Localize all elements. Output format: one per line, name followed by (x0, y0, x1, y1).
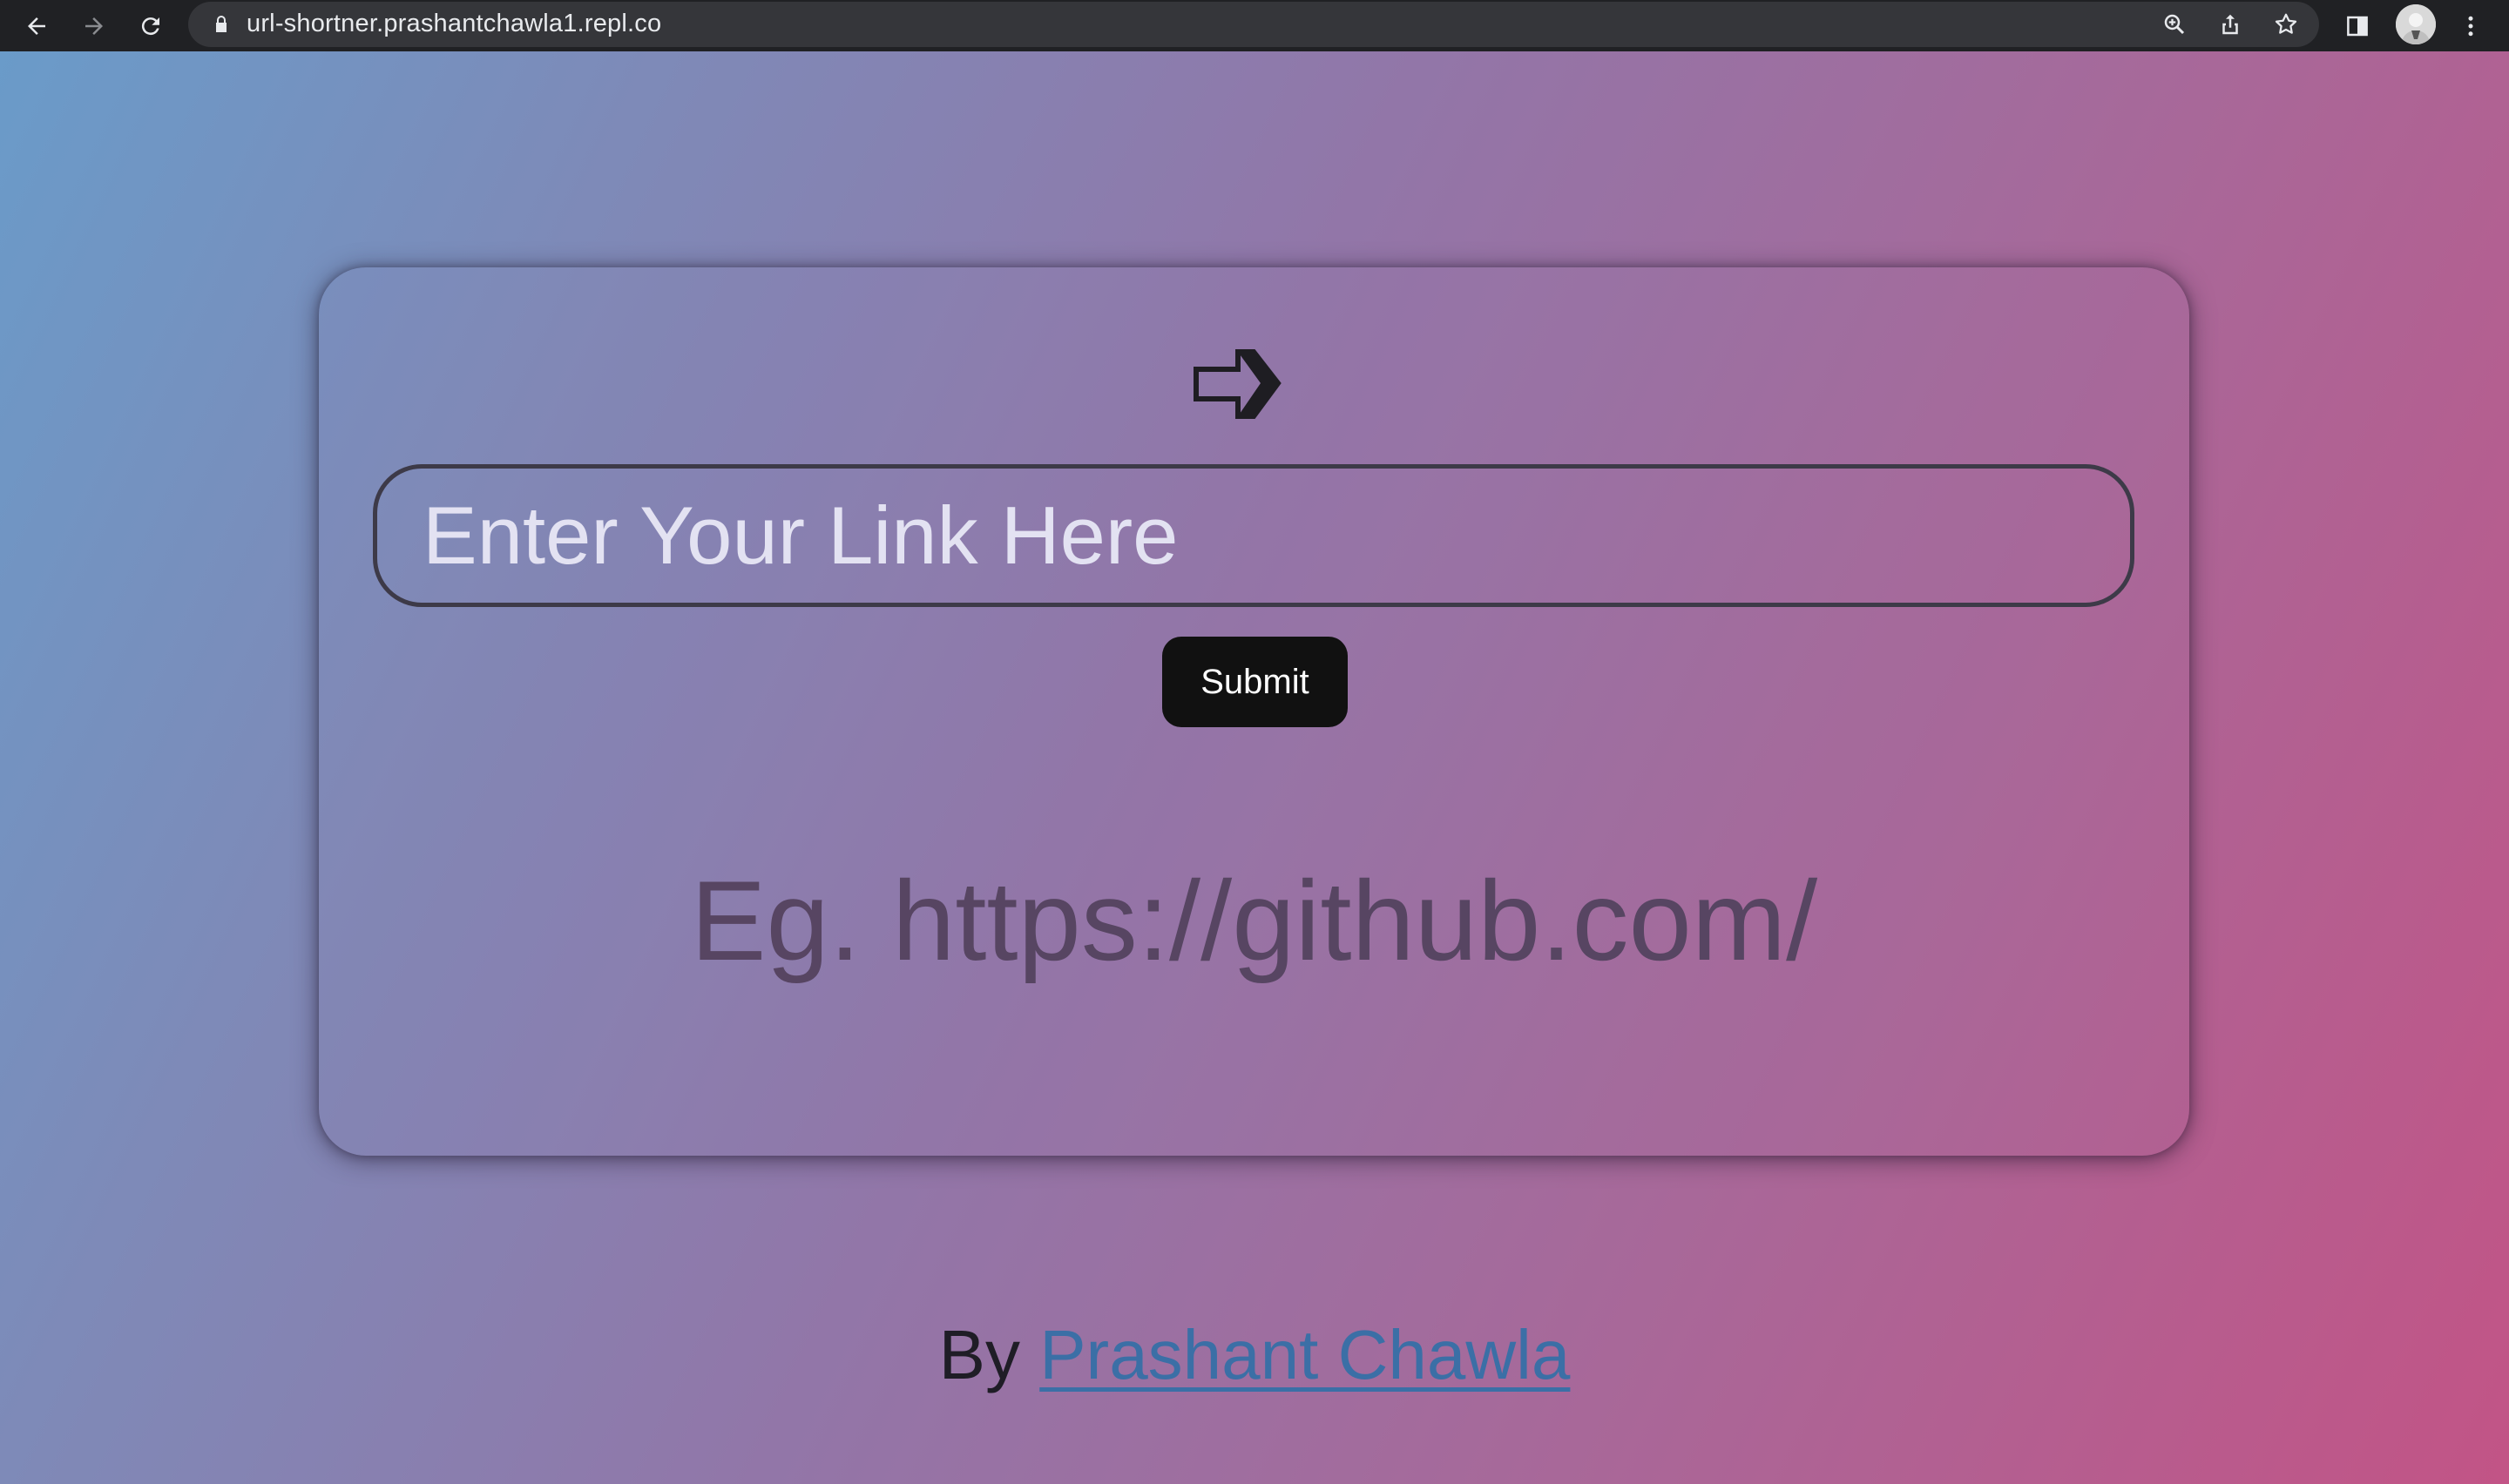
forward-button[interactable] (73, 5, 115, 47)
url-text[interactable]: url-shortner.prashantchawla1.repl.co (247, 10, 661, 38)
arrow-right-icon (1194, 349, 1282, 419)
share-icon (2222, 14, 2238, 35)
more-menu-icon (2468, 16, 2473, 37)
forward-icon (85, 17, 103, 35)
reload-icon (141, 17, 159, 36)
zoom-button[interactable] (2155, 5, 2194, 44)
bookmark-star-icon (2275, 13, 2297, 34)
side-panel-button[interactable] (2337, 5, 2378, 47)
back-button[interactable] (16, 5, 57, 47)
side-panel-icon (2347, 16, 2368, 37)
browser-toolbar: url-shortner.prashantchawla1.repl.co (0, 0, 2509, 51)
submit-button[interactable]: Submit (1162, 637, 1348, 727)
link-input[interactable] (373, 464, 2134, 607)
page-viewport (0, 51, 2509, 1484)
bookmark-button[interactable] (2267, 5, 2305, 44)
example-url-text: Eg. https://github.com/ (690, 857, 1818, 984)
reload-button[interactable] (130, 5, 172, 47)
back-icon (28, 17, 45, 35)
more-menu-button[interactable] (2450, 5, 2492, 47)
avatar[interactable] (2396, 4, 2436, 44)
footer-prefix: By (938, 1316, 1020, 1393)
footer-credit: By Prashant Chawla (0, 1315, 2509, 1395)
share-button[interactable] (2211, 5, 2249, 44)
address-bar[interactable]: url-shortner.prashantchawla1.repl.co (188, 2, 2319, 47)
author-link[interactable]: Prashant Chawla (1039, 1316, 1570, 1393)
zoom-icon (2164, 14, 2185, 35)
lock-icon[interactable] (211, 14, 232, 35)
